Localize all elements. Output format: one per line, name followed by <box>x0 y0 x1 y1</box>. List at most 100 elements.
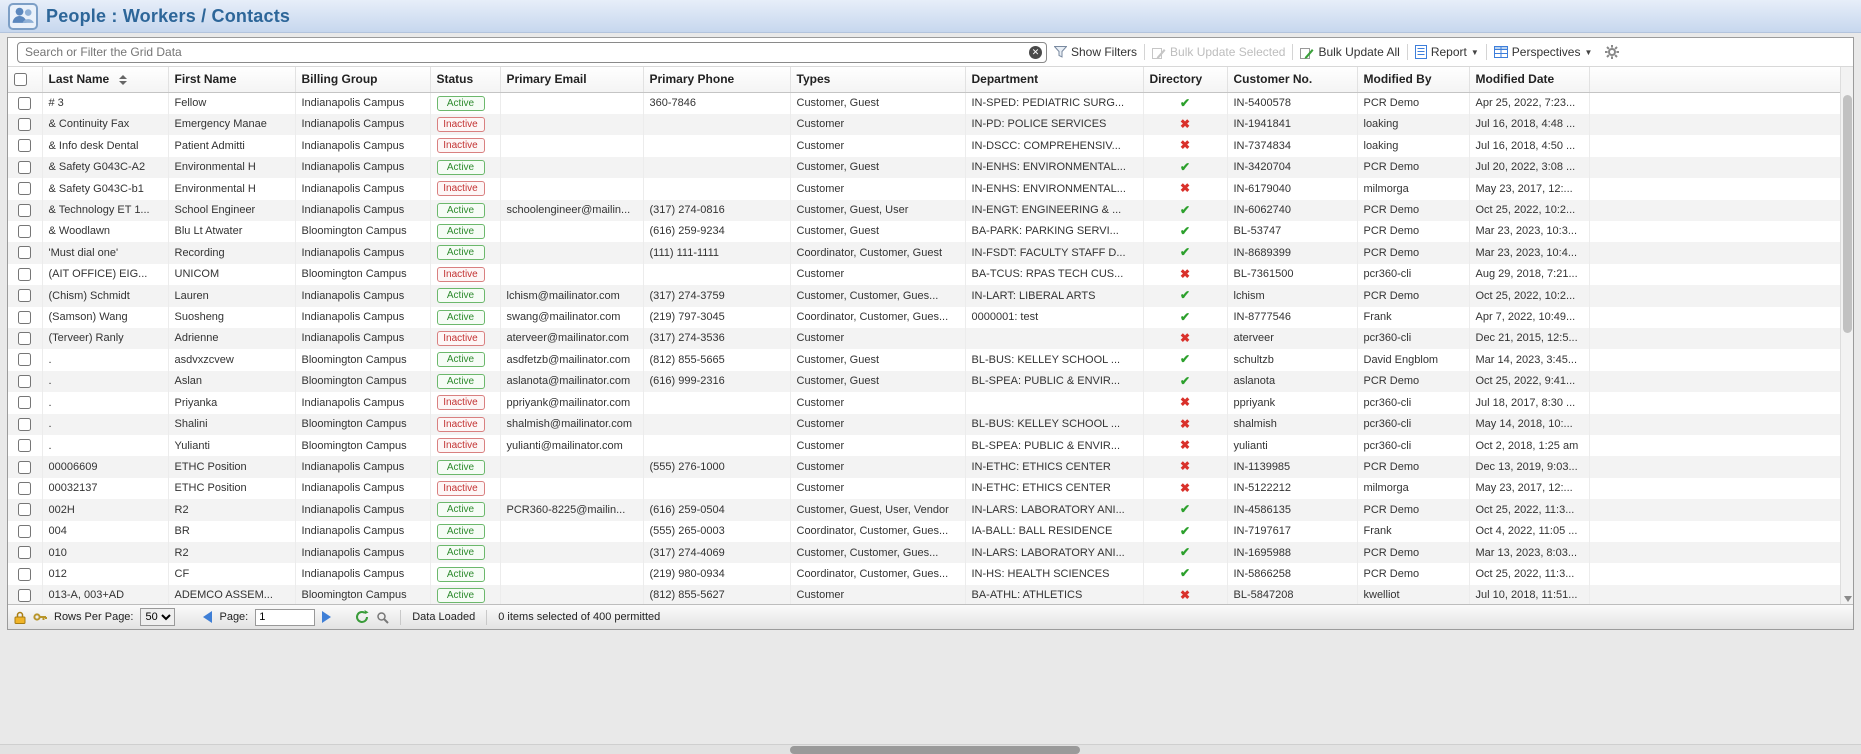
cell-primary-phone: (317) 274-3759 <box>643 285 790 306</box>
row-checkbox[interactable] <box>18 139 31 152</box>
column-header-primary-phone[interactable]: Primary Phone <box>643 67 790 92</box>
row-checkbox[interactable] <box>18 118 31 131</box>
clear-search-icon[interactable]: ✕ <box>1029 46 1042 59</box>
row-checkbox[interactable] <box>18 246 31 259</box>
row-checkbox[interactable] <box>18 589 31 602</box>
column-header-customer-no[interactable]: Customer No. <box>1227 67 1357 92</box>
report-button[interactable]: Report ▼ <box>1415 45 1479 59</box>
table-row[interactable]: 013-A, 003+AD ADEMCO ASSEM... Bloomingto… <box>8 585 1840 604</box>
row-checkbox[interactable] <box>18 375 31 388</box>
row-checkbox[interactable] <box>18 503 31 516</box>
table-row[interactable]: 004 BR Indianapolis Campus Active (555) … <box>8 521 1840 542</box>
table-row[interactable]: . Shalini Bloomington Campus Inactive sh… <box>8 414 1840 435</box>
table-row[interactable]: . asdvxzcvew Bloomington Campus Active a… <box>8 349 1840 370</box>
cell-primary-phone: (616) 259-9234 <box>643 221 790 242</box>
row-checkbox[interactable] <box>18 97 31 110</box>
column-header-modified-by[interactable]: Modified By <box>1357 67 1469 92</box>
table-row[interactable]: . Aslan Bloomington Campus Active aslano… <box>8 371 1840 392</box>
cell-customer-no: IN-8689399 <box>1227 242 1357 263</box>
perspectives-button[interactable]: Perspectives ▼ <box>1494 45 1593 59</box>
column-header-first-name[interactable]: First Name <box>168 67 295 92</box>
rows-per-page-select[interactable]: 50 <box>140 608 175 626</box>
row-checkbox[interactable] <box>18 439 31 452</box>
column-header-status[interactable]: Status <box>430 67 500 92</box>
previous-page-button[interactable] <box>203 611 212 623</box>
row-checkbox[interactable] <box>18 396 31 409</box>
cell-first-name: Priyanka <box>168 392 295 413</box>
cell-directory: ✖ <box>1143 585 1227 604</box>
table-row[interactable]: (Chism) Schmidt Lauren Indianapolis Camp… <box>8 285 1840 306</box>
table-row[interactable]: 00006609 ETHC Position Indianapolis Camp… <box>8 456 1840 477</box>
table-row[interactable]: & Info desk Dental Patient Admitti India… <box>8 135 1840 156</box>
lock-icon[interactable] <box>14 611 26 624</box>
table-row[interactable]: 002H R2 Indianapolis Campus Active PCR36… <box>8 499 1840 520</box>
refresh-icon[interactable] <box>355 610 369 624</box>
row-checkbox[interactable] <box>18 182 31 195</box>
table-row[interactable]: & Technology ET 1... School Engineer Ind… <box>8 200 1840 221</box>
row-checkbox[interactable] <box>18 418 31 431</box>
scroll-down-arrow-icon[interactable] <box>1844 596 1852 602</box>
cell-directory: ✔ <box>1143 371 1227 392</box>
table-row[interactable]: (Samson) Wang Suosheng Indianapolis Camp… <box>8 307 1840 328</box>
row-checkbox[interactable] <box>18 161 31 174</box>
table-row[interactable]: & Safety G043C-A2 Environmental H Indian… <box>8 157 1840 178</box>
row-checkbox[interactable] <box>18 225 31 238</box>
vertical-scrollbar-thumb[interactable] <box>1843 95 1852 333</box>
table-row[interactable]: 'Must dial one' Recording Indianapolis C… <box>8 242 1840 263</box>
row-checkbox[interactable] <box>18 546 31 559</box>
row-checkbox[interactable] <box>18 204 31 217</box>
column-header-billing-group[interactable]: Billing Group <box>295 67 430 92</box>
cell-modified-by: loaking <box>1357 135 1469 156</box>
table-row[interactable]: . Priyanka Indianapolis Campus Inactive … <box>8 392 1840 413</box>
select-all-header[interactable] <box>8 67 42 92</box>
row-checkbox[interactable] <box>18 353 31 366</box>
cell-status: Active <box>430 242 500 263</box>
vertical-scrollbar[interactable] <box>1840 67 1853 604</box>
search-grid-icon[interactable] <box>376 611 389 624</box>
column-header-directory[interactable]: Directory <box>1143 67 1227 92</box>
table-row[interactable]: & Safety G043C-b1 Environmental H Indian… <box>8 178 1840 199</box>
row-checkbox[interactable] <box>18 568 31 581</box>
directory-icon: ✖ <box>1180 138 1190 152</box>
cell-primary-email: ppriyank@mailinator.com <box>500 392 643 413</box>
show-filters-button[interactable]: Show Filters <box>1054 45 1137 59</box>
cell-types: Customer <box>790 478 965 499</box>
select-all-checkbox[interactable] <box>14 73 27 86</box>
row-checkbox[interactable] <box>18 482 31 495</box>
column-label: Last Name <box>49 72 110 86</box>
horizontal-scrollbar-thumb[interactable] <box>790 746 1080 754</box>
cell-first-name: Shalini <box>168 414 295 435</box>
row-checkbox[interactable] <box>18 311 31 324</box>
table-row[interactable]: # 3 Fellow Indianapolis Campus Active 36… <box>8 92 1840 114</box>
table-row[interactable]: (Terveer) Ranly Adrienne Indianapolis Ca… <box>8 328 1840 349</box>
table-row[interactable]: (AIT OFFICE) EIG... UNICOM Bloomington C… <box>8 264 1840 285</box>
row-checkbox[interactable] <box>18 289 31 302</box>
bulk-update-all-button[interactable]: Bulk Update All <box>1300 45 1399 59</box>
table-row[interactable]: & Continuity Fax Emergency Manae Indiana… <box>8 114 1840 135</box>
key-icon[interactable] <box>33 611 47 623</box>
search-input[interactable] <box>17 42 1047 63</box>
column-header-modified-date[interactable]: Modified Date <box>1469 67 1589 92</box>
column-header-types[interactable]: Types <box>790 67 965 92</box>
table-row[interactable]: 00032137 ETHC Position Indianapolis Camp… <box>8 478 1840 499</box>
horizontal-scrollbar[interactable] <box>0 744 1861 754</box>
row-checkbox[interactable] <box>18 268 31 281</box>
cell-status: Inactive <box>430 328 500 349</box>
next-page-button[interactable] <box>322 611 331 623</box>
table-row[interactable]: . Yulianti Bloomington Campus Inactive y… <box>8 435 1840 456</box>
grid-settings-button[interactable] <box>1605 45 1619 59</box>
column-header-department[interactable]: Department <box>965 67 1143 92</box>
table-row[interactable]: & Woodlawn Blu Lt Atwater Bloomington Ca… <box>8 221 1840 242</box>
page-number-input[interactable] <box>255 609 315 626</box>
table-row[interactable]: 012 CF Indianapolis Campus Active (219) … <box>8 563 1840 584</box>
table-row[interactable]: 010 R2 Indianapolis Campus Active (317) … <box>8 542 1840 563</box>
cell-billing-group: Indianapolis Campus <box>295 135 430 156</box>
cell-directory: ✔ <box>1143 285 1227 306</box>
column-header-last-name[interactable]: Last Name <box>42 67 168 92</box>
row-checkbox[interactable] <box>18 461 31 474</box>
cell-primary-phone: (317) 274-4069 <box>643 542 790 563</box>
row-checkbox[interactable] <box>18 525 31 538</box>
bulk-update-selected-button[interactable]: Bulk Update Selected <box>1152 45 1285 59</box>
column-header-primary-email[interactable]: Primary Email <box>500 67 643 92</box>
row-checkbox[interactable] <box>18 332 31 345</box>
